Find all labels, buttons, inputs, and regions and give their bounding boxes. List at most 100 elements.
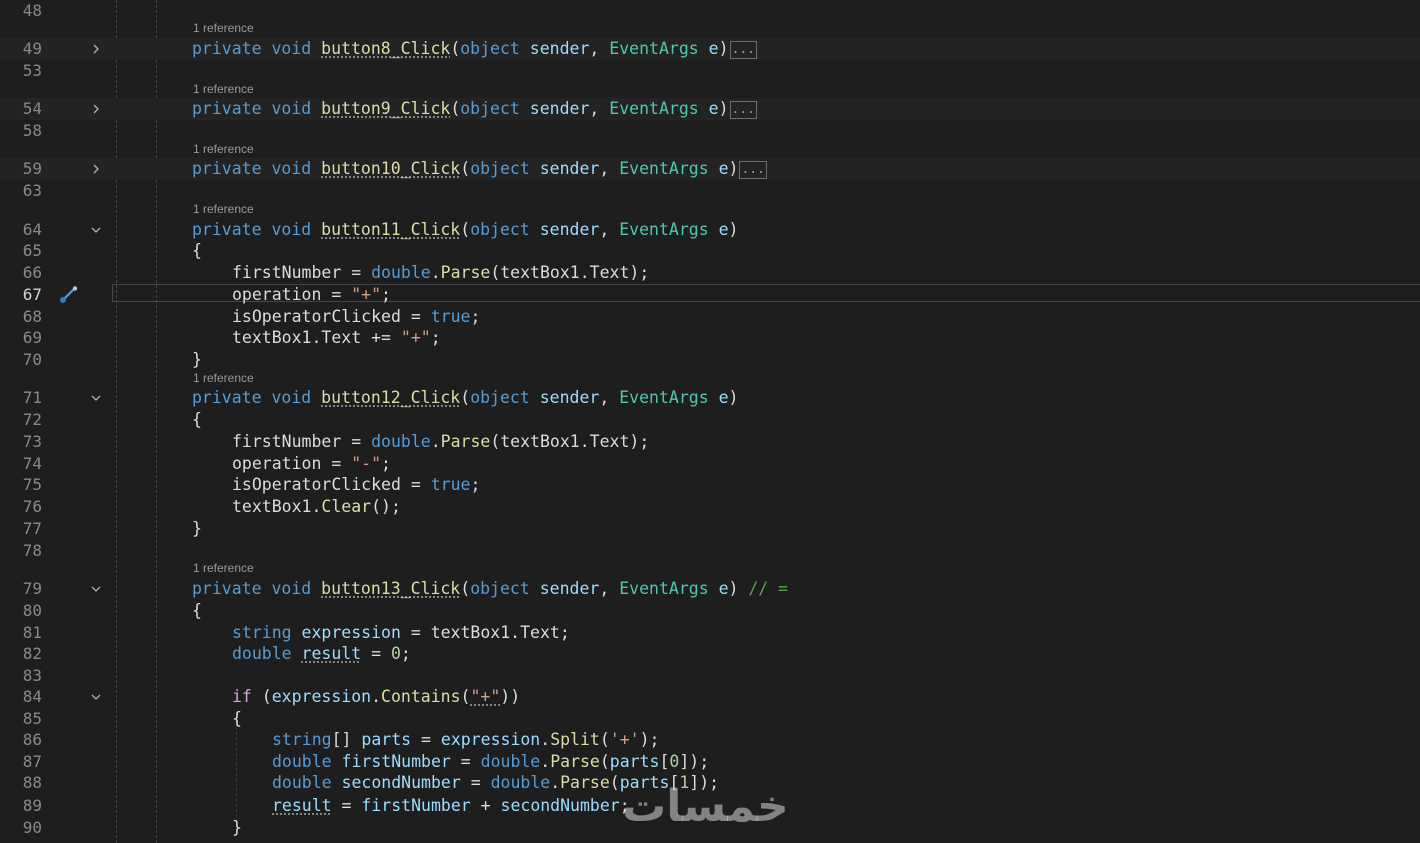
code-line[interactable]: 59 private void button10_Click(object sen…: [0, 158, 1420, 180]
code-token: "+": [351, 285, 382, 304]
fold-collapse-chevron-icon[interactable]: [88, 219, 104, 241]
code-token: 0: [669, 752, 680, 771]
fold-expand-chevron-icon[interactable]: [88, 98, 104, 120]
code-line[interactable]: 71 private void button12_Click(object sen…: [0, 387, 1420, 409]
code-text[interactable]: string expression = textBox1.Text;: [232, 622, 570, 644]
code-token: ,: [599, 220, 620, 239]
fold-collapse-chevron-icon[interactable]: [88, 686, 104, 708]
code-line[interactable]: 84 if (expression.Contains("+")): [0, 686, 1420, 708]
code-line[interactable]: 49 private void button8_Click(object send…: [0, 38, 1420, 60]
quick-actions-brush-icon[interactable]: [58, 285, 80, 305]
code-text[interactable]: }: [192, 518, 202, 540]
code-text[interactable]: double firstNumber = double.Parse(parts[…: [272, 751, 709, 773]
collapsed-region-marker[interactable]: ...: [729, 41, 757, 59]
code-line[interactable]: 53: [0, 60, 1420, 82]
code-text[interactable]: private void button13_Click(object sende…: [192, 578, 788, 600]
code-text[interactable]: isOperatorClicked = true;: [232, 474, 480, 496]
code-token: double: [272, 773, 332, 792]
code-line[interactable]: 68 isOperatorClicked = true;: [0, 306, 1420, 328]
code-text[interactable]: {: [192, 240, 202, 262]
code-token: =: [331, 796, 362, 815]
code-text[interactable]: private void button12_Click(object sende…: [192, 387, 738, 409]
line-number: 80: [22, 601, 42, 620]
code-text[interactable]: operation = "+";: [232, 284, 391, 306]
code-line[interactable]: 65 {: [0, 240, 1420, 262]
code-text[interactable]: textBox1.Clear();: [232, 496, 401, 518]
code-token: Text: [321, 328, 362, 347]
code-line[interactable]: 87 double firstNumber = double.Parse(part…: [0, 751, 1420, 773]
code-line[interactable]: 80 {: [0, 600, 1420, 622]
code-text[interactable]: result = firstNumber + secondNumber;: [272, 795, 630, 817]
code-line[interactable]: 63: [0, 180, 1420, 202]
code-line[interactable]: 77}: [0, 518, 1420, 540]
code-line[interactable]: 70}: [0, 349, 1420, 371]
code-token: EventArgs: [609, 99, 699, 118]
code-text[interactable]: isOperatorClicked = true;: [232, 306, 480, 328]
code-token: e: [718, 388, 729, 407]
fold-collapse-chevron-icon[interactable]: [88, 578, 104, 600]
code-line[interactable]: 76 textBox1.Clear();: [0, 496, 1420, 518]
codelens-reference-count[interactable]: 1 reference: [193, 202, 254, 216]
code-line[interactable]: 72 {: [0, 409, 1420, 431]
code-text[interactable]: operation = "-";: [232, 453, 391, 475]
code-line[interactable]: 86 string[] parts = expression.Split('+')…: [0, 729, 1420, 751]
code-token: private: [192, 220, 262, 239]
code-editor[interactable]: 48 1 reference 49 private void button8_Clic…: [0, 0, 1420, 843]
code-line[interactable]: 74 operation = "-";: [0, 453, 1420, 475]
code-line[interactable]: 54 private void button9_Click(object send…: [0, 98, 1420, 120]
code-line[interactable]: 75 isOperatorClicked = true;: [0, 474, 1420, 496]
code-line[interactable]: 64 private void button11_Click(object sen…: [0, 219, 1420, 241]
code-line[interactable]: 58: [0, 120, 1420, 142]
codelens-reference-count[interactable]: 1 reference: [193, 371, 254, 385]
code-text[interactable]: private void button9_Click(object sender…: [192, 98, 757, 120]
code-text[interactable]: firstNumber = double.Parse(textBox1.Text…: [232, 431, 649, 453]
code-text[interactable]: string[] parts = expression.Split('+');: [272, 729, 659, 751]
codelens-reference-count[interactable]: 1 reference: [193, 21, 254, 35]
code-token: EventArgs: [619, 220, 709, 239]
code-line[interactable]: 48: [0, 0, 1420, 22]
fold-collapse-chevron-icon[interactable]: [88, 387, 104, 409]
code-line[interactable]: 81 string expression = textBox1.Text;: [0, 622, 1420, 644]
code-line[interactable]: 83: [0, 665, 1420, 687]
code-text[interactable]: }: [192, 349, 202, 371]
code-token: ,: [599, 579, 620, 598]
code-text[interactable]: if (expression.Contains("+")): [232, 686, 520, 708]
code-token: ,: [589, 99, 610, 118]
code-line[interactable]: 69 textBox1.Text += "+";: [0, 327, 1420, 349]
code-line[interactable]: 82 double result = 0;: [0, 643, 1420, 665]
code-token: 0: [390, 644, 401, 663]
code-text[interactable]: private void button8_Click(object sender…: [192, 38, 757, 60]
code-text[interactable]: firstNumber = double.Parse(textBox1.Text…: [232, 262, 649, 284]
fold-expand-chevron-icon[interactable]: [88, 158, 104, 180]
code-token: "-": [351, 454, 382, 473]
codelens-reference-count[interactable]: 1 reference: [193, 142, 254, 156]
line-number: 72: [22, 410, 42, 429]
code-text[interactable]: textBox1.Text += "+";: [232, 327, 441, 349]
code-token: private: [192, 159, 262, 178]
code-token: expression: [301, 623, 401, 642]
code-text[interactable]: }: [232, 817, 242, 839]
code-text[interactable]: {: [232, 708, 242, 730]
line-number: 54: [22, 99, 42, 118]
code-text[interactable]: {: [192, 600, 202, 622]
code-text[interactable]: {: [192, 409, 202, 431]
collapsed-region-marker[interactable]: ...: [739, 161, 767, 179]
collapsed-region-marker[interactable]: ...: [729, 101, 757, 119]
code-text[interactable]: double result = 0;: [232, 643, 411, 665]
code-line[interactable]: 66 firstNumber = double.Parse(textBox1.Te…: [0, 262, 1420, 284]
code-text[interactable]: private void button10_Click(object sende…: [192, 158, 767, 180]
codelens-reference-count[interactable]: 1 reference: [193, 561, 254, 575]
code-text[interactable]: private void button11_Click(object sende…: [192, 219, 738, 241]
code-line[interactable]: 78: [0, 540, 1420, 562]
code-line[interactable]: 73 firstNumber = double.Parse(textBox1.Te…: [0, 431, 1420, 453]
code-line[interactable]: 67 operation = "+";: [0, 284, 1420, 306]
code-token: e: [718, 159, 729, 178]
fold-expand-chevron-icon[interactable]: [88, 38, 104, 60]
codelens-reference-count[interactable]: 1 reference: [193, 82, 254, 96]
code-line[interactable]: 85 {: [0, 708, 1420, 730]
code-line[interactable]: 79 private void button13_Click(object sen…: [0, 578, 1420, 600]
